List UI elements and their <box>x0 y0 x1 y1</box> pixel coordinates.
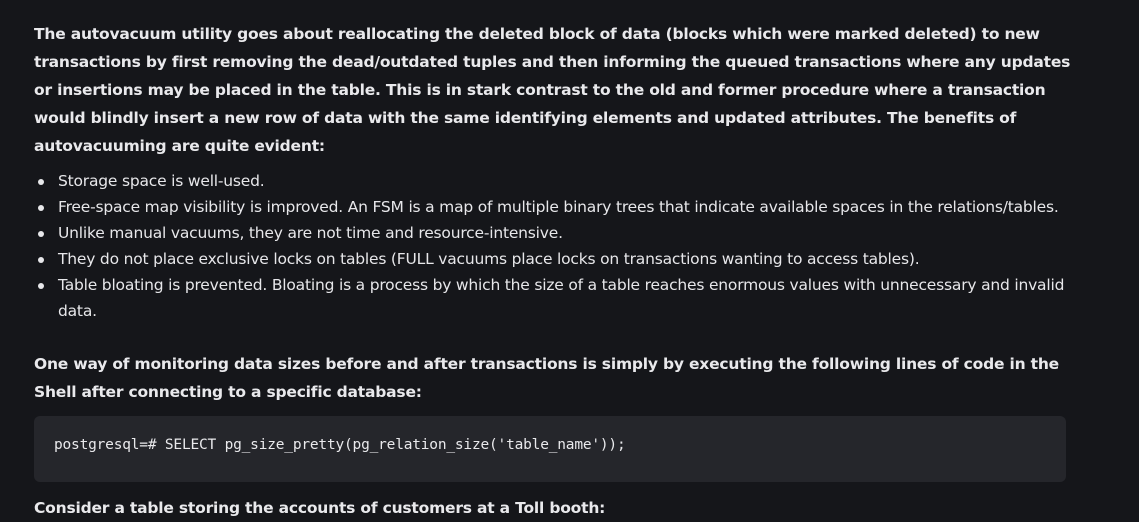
code-block[interactable]: postgresql=# SELECT pg_size_pretty(pg_re… <box>34 416 1066 482</box>
list-item: Unlike manual vacuums, they are not time… <box>34 220 1074 246</box>
list-item-text: They do not place exclusive locks on tab… <box>58 250 920 268</box>
bullet-icon <box>38 257 44 263</box>
list-item-text: Unlike manual vacuums, they are not time… <box>58 224 563 242</box>
list-item-text: Storage space is well-used. <box>58 172 265 190</box>
bullet-icon <box>38 231 44 237</box>
bullet-icon <box>38 205 44 211</box>
list-item: Table bloating is prevented. Bloating is… <box>34 272 1074 324</box>
monitoring-paragraph: One way of monitoring data sizes before … <box>34 355 1059 401</box>
bullet-icon <box>38 179 44 185</box>
list-item-text: Free-space map visibility is improved. A… <box>58 198 1059 216</box>
toll-booth-paragraph: Consider a table storing the accounts of… <box>34 499 606 517</box>
list-item: Free-space map visibility is improved. A… <box>34 194 1074 220</box>
list-item: They do not place exclusive locks on tab… <box>34 246 1074 272</box>
benefits-list: Storage space is well-used. Free-space m… <box>34 168 1074 324</box>
article-body: The autovacuum utility goes about reallo… <box>34 20 1074 522</box>
intro-paragraph: The autovacuum utility goes about reallo… <box>34 25 1071 155</box>
list-item-text: Table bloating is prevented. Bloating is… <box>58 276 1065 320</box>
list-item: Storage space is well-used. <box>34 168 1074 194</box>
bullet-icon <box>38 283 44 289</box>
code-text[interactable]: postgresql=# SELECT pg_size_pretty(pg_re… <box>54 437 626 453</box>
